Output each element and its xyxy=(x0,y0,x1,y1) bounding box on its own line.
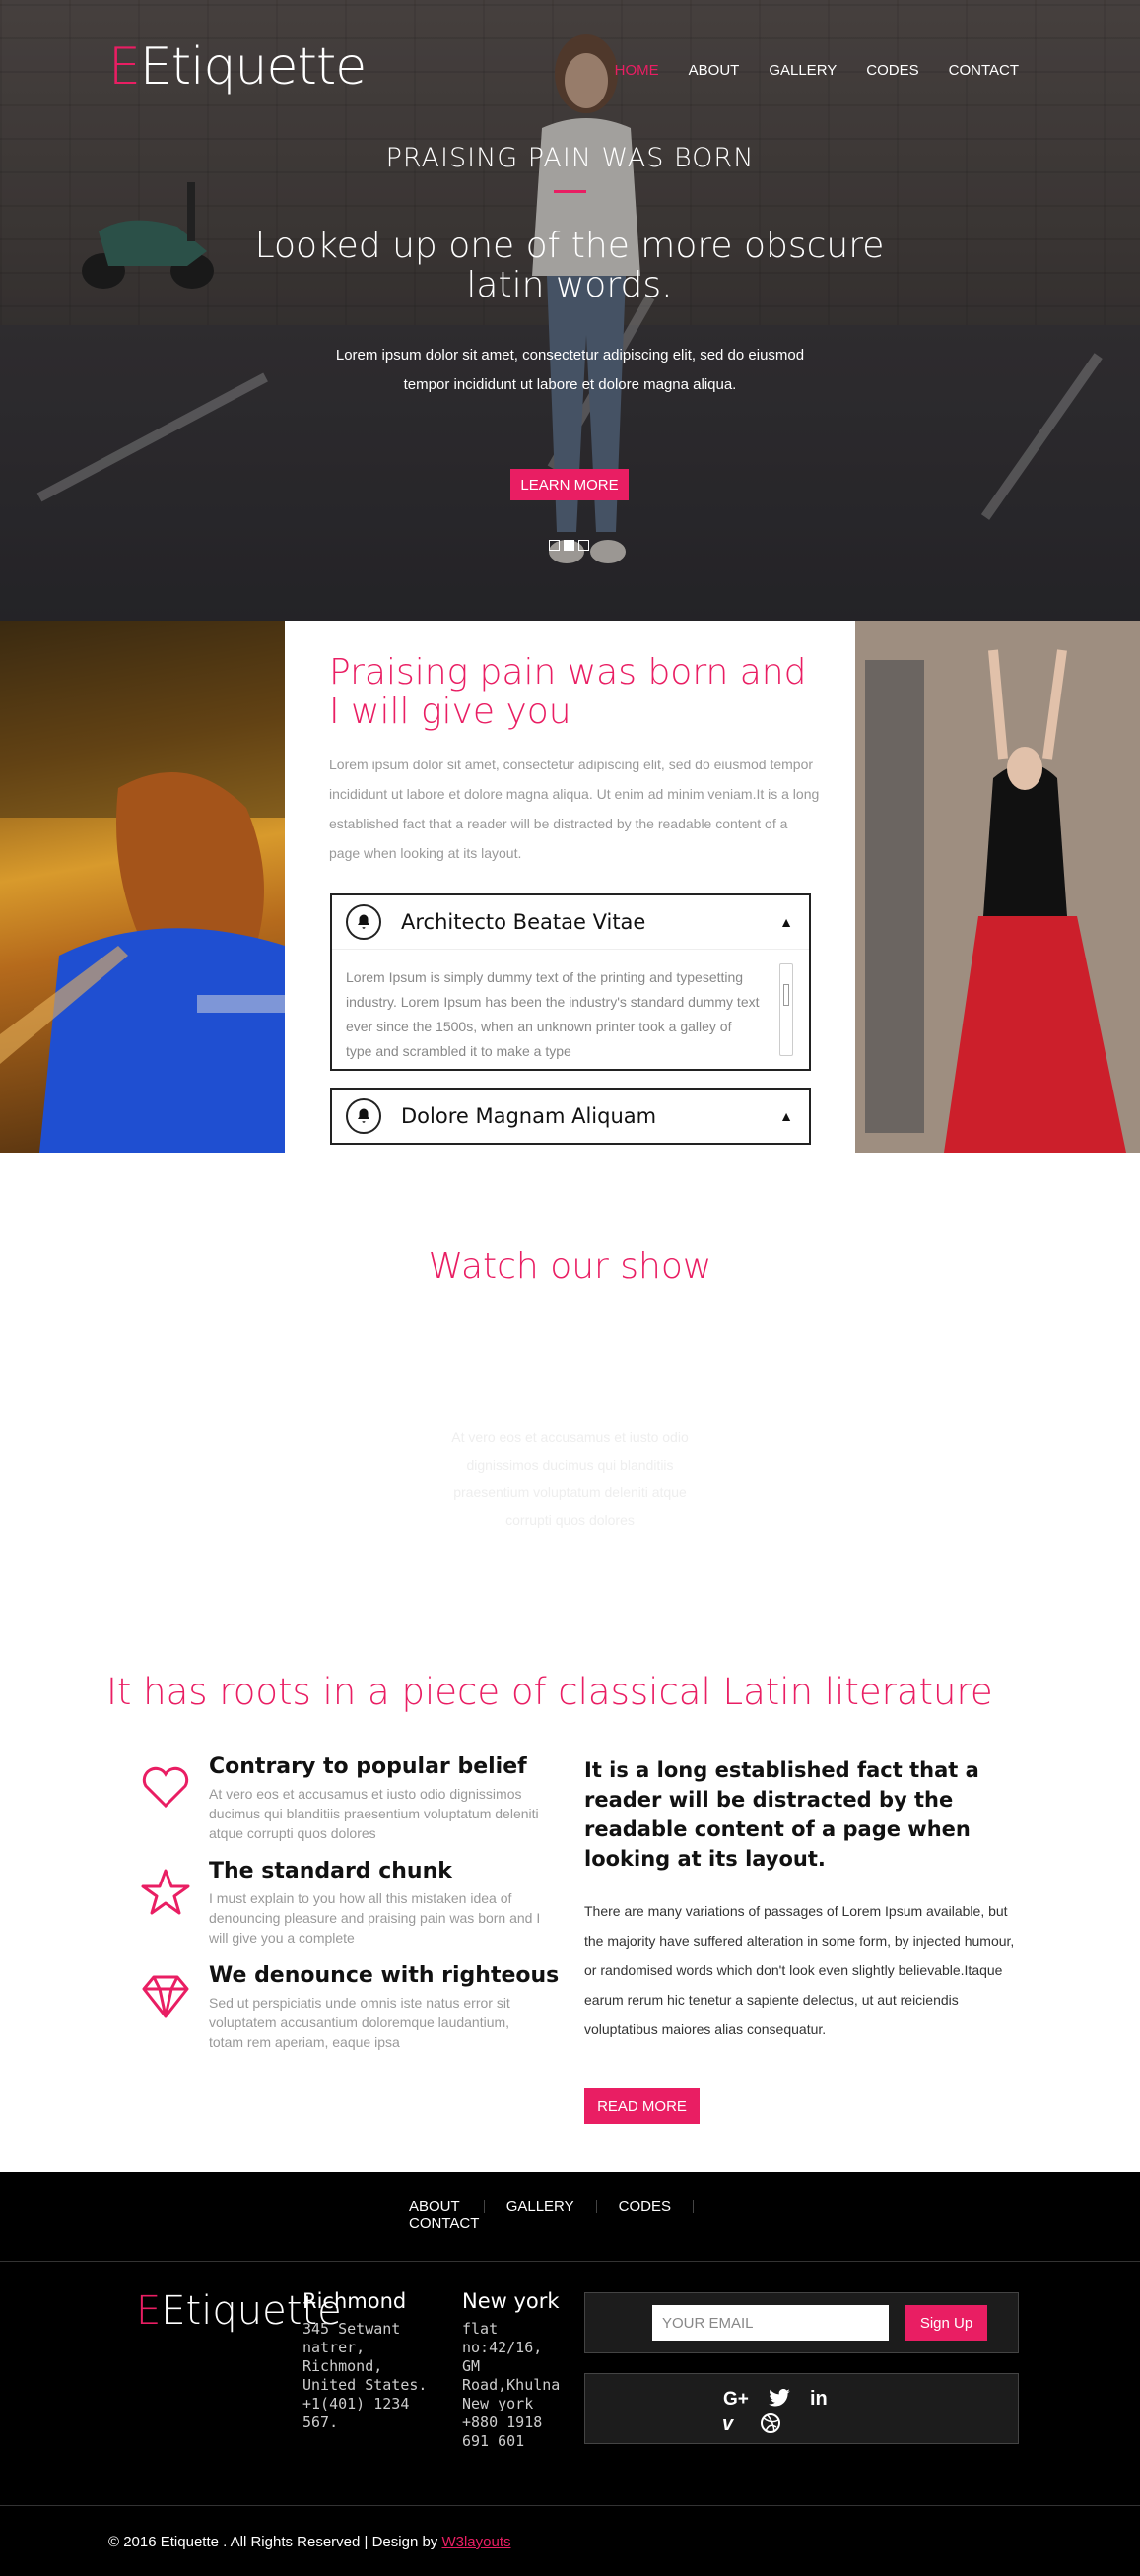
bell-icon xyxy=(346,1098,381,1134)
linkedin-icon[interactable]: in xyxy=(806,2384,836,2411)
svg-text:v: v xyxy=(722,2413,735,2433)
features-right-text: There are many variations of passages of… xyxy=(584,1903,1015,2037)
address-line: 691 601 xyxy=(462,2432,525,2450)
footer-divider xyxy=(0,2505,1140,2506)
about-text: Lorem ipsum dolor sit amet, consectetur … xyxy=(329,757,820,861)
nav-contact[interactable]: CONTACT xyxy=(949,62,1019,79)
address-title: Richmond xyxy=(302,2289,407,2313)
about-image-left xyxy=(0,621,285,1153)
read-more-button[interactable]: READ MORE xyxy=(584,2088,700,2124)
hero-title: Looked up one of the more obscure latin … xyxy=(254,226,885,305)
accordion-item: Dolore Magnam Aliquam ▲ xyxy=(330,1088,811,1145)
logo-text: Etiquette xyxy=(139,37,367,97)
nav-gallery[interactable]: GALLERY xyxy=(769,62,837,79)
nav-about[interactable]: ABOUT xyxy=(689,62,740,79)
newsletter-box: Sign Up xyxy=(584,2292,1019,2353)
sign-up-button[interactable]: Sign Up xyxy=(905,2305,987,2341)
svg-text:in: in xyxy=(810,2388,828,2408)
address-line: +880 1918 xyxy=(462,2413,543,2431)
hero-divider xyxy=(554,190,586,193)
slider-dot[interactable] xyxy=(578,540,589,551)
feature-title: We denounce with righteous xyxy=(209,1963,560,1988)
show-title: Watch our show xyxy=(428,1246,712,1287)
star-icon xyxy=(141,1869,190,1915)
features-right-title: It is a long established fact that a rea… xyxy=(584,1758,979,1871)
hero-kicker: PRAISING PAIN WAS BORN xyxy=(385,143,755,173)
footer-nav-about[interactable]: ABOUT xyxy=(409,2199,485,2213)
footer-nav-codes[interactable]: CODES xyxy=(619,2199,694,2213)
address-line: United States. xyxy=(302,2376,428,2394)
feature-text: Sed ut perspiciatis unde omnis iste natu… xyxy=(209,1995,510,2050)
email-field[interactable] xyxy=(652,2305,889,2341)
address-line: +1(401) 1234 567. xyxy=(302,2395,410,2431)
feature-title: The standard chunk xyxy=(209,1859,452,1883)
address-line: Richmond, xyxy=(302,2357,383,2375)
twitter-icon[interactable] xyxy=(765,2384,794,2411)
chevron-up-icon: ▲ xyxy=(779,914,793,930)
svg-text:G+: G+ xyxy=(723,2389,749,2408)
diamond-icon xyxy=(142,1975,189,2018)
address-richmond: Richmond 345 Setwant natrer, Richmond, U… xyxy=(302,2290,450,2432)
bell-icon xyxy=(346,904,381,940)
logo-letter: E xyxy=(136,2288,162,2334)
main-nav: HOME ABOUT GALLERY CODES CONTACT xyxy=(615,62,1019,79)
address-line: GM xyxy=(462,2357,481,2375)
address-line: no:42/16, xyxy=(462,2339,543,2356)
accordion-content: Lorem Ipsum is simply dummy text of the … xyxy=(332,949,809,1069)
about-image-right xyxy=(855,621,1140,1153)
logo-letter: E xyxy=(108,37,141,97)
google-plus-icon[interactable]: G+ xyxy=(723,2384,753,2411)
hero-banner: EEtiquette HOME ABOUT GALLERY CODES CONT… xyxy=(0,0,1140,621)
about-section: Praising pain was born and I will give y… xyxy=(285,621,855,1153)
accordion-text: Lorem Ipsum is simply dummy text of the … xyxy=(346,969,760,1059)
accordion-label: Architecto Beatae Vitae xyxy=(401,910,646,934)
scrollbar[interactable] xyxy=(779,963,793,1056)
learn-more-button[interactable]: LEARN MORE xyxy=(510,469,629,500)
address-line: natrer, xyxy=(302,2339,366,2356)
slider-dots xyxy=(549,540,589,551)
accordion-label: Dolore Magnam Aliquam xyxy=(401,1104,657,1128)
heart-icon xyxy=(142,1766,189,1809)
copyright: © 2016 Etiquette . All Rights Reserved |… xyxy=(108,2534,511,2550)
feature-text: At vero eos et accusamus et iusto odio d… xyxy=(209,1786,539,1841)
nav-codes[interactable]: CODES xyxy=(866,62,918,79)
designer-link[interactable]: W3layouts xyxy=(441,2534,510,2550)
nav-home[interactable]: HOME xyxy=(615,62,659,79)
address-line: New york xyxy=(462,2395,534,2412)
footer-nav-gallery[interactable]: GALLERY xyxy=(506,2199,597,2213)
footer-nav-contact[interactable]: CONTACT xyxy=(409,2216,501,2231)
footer-nav: ABOUT GALLERY CODES CONTACT xyxy=(409,2199,744,2231)
feature-text: I must explain to you how all this mista… xyxy=(209,1890,541,1946)
slider-dot-active[interactable] xyxy=(564,540,574,551)
slider-dot[interactable] xyxy=(549,540,560,551)
address-new-york: New york flat no:42/16, GM Road,Khulna N… xyxy=(462,2290,570,2451)
dribbble-icon[interactable] xyxy=(756,2410,785,2437)
scroll-thumb[interactable] xyxy=(783,984,789,1006)
chevron-up-icon: ▲ xyxy=(779,1108,793,1124)
address-line: Road,Khulna xyxy=(462,2376,561,2394)
accordion-header[interactable]: Architecto Beatae Vitae ▲ xyxy=(332,895,809,949)
feature-title: Contrary to popular belief xyxy=(209,1754,527,1779)
accordion-header[interactable]: Dolore Magnam Aliquam ▲ xyxy=(332,1090,809,1143)
vimeo-icon[interactable]: v xyxy=(716,2410,746,2437)
address-line: 345 Setwant xyxy=(302,2320,401,2338)
social-box: G+ in v xyxy=(584,2373,1019,2444)
hero-text: Lorem ipsum dolor sit amet, consectetur … xyxy=(335,347,805,393)
address-title: New york xyxy=(462,2289,560,2313)
accordion-item: Architecto Beatae Vitae ▲ Lorem Ipsum is… xyxy=(330,893,811,1071)
address-line: flat xyxy=(462,2320,499,2338)
copyright-text: © 2016 Etiquette . All Rights Reserved |… xyxy=(108,2534,438,2550)
about-title: Praising pain was born and I will give y… xyxy=(329,652,807,732)
features-title: It has roots in a piece of classical Lat… xyxy=(106,1671,993,1713)
site-logo[interactable]: EEtiquette xyxy=(108,37,367,97)
show-text: At vero eos et accusamus et iusto odio d… xyxy=(451,1429,689,1528)
footer: ABOUT GALLERY CODES CONTACT EEtiquette R… xyxy=(0,2172,1140,2576)
footer-divider xyxy=(0,2261,1140,2262)
page: EEtiquette HOME ABOUT GALLERY CODES CONT… xyxy=(0,0,1140,2576)
